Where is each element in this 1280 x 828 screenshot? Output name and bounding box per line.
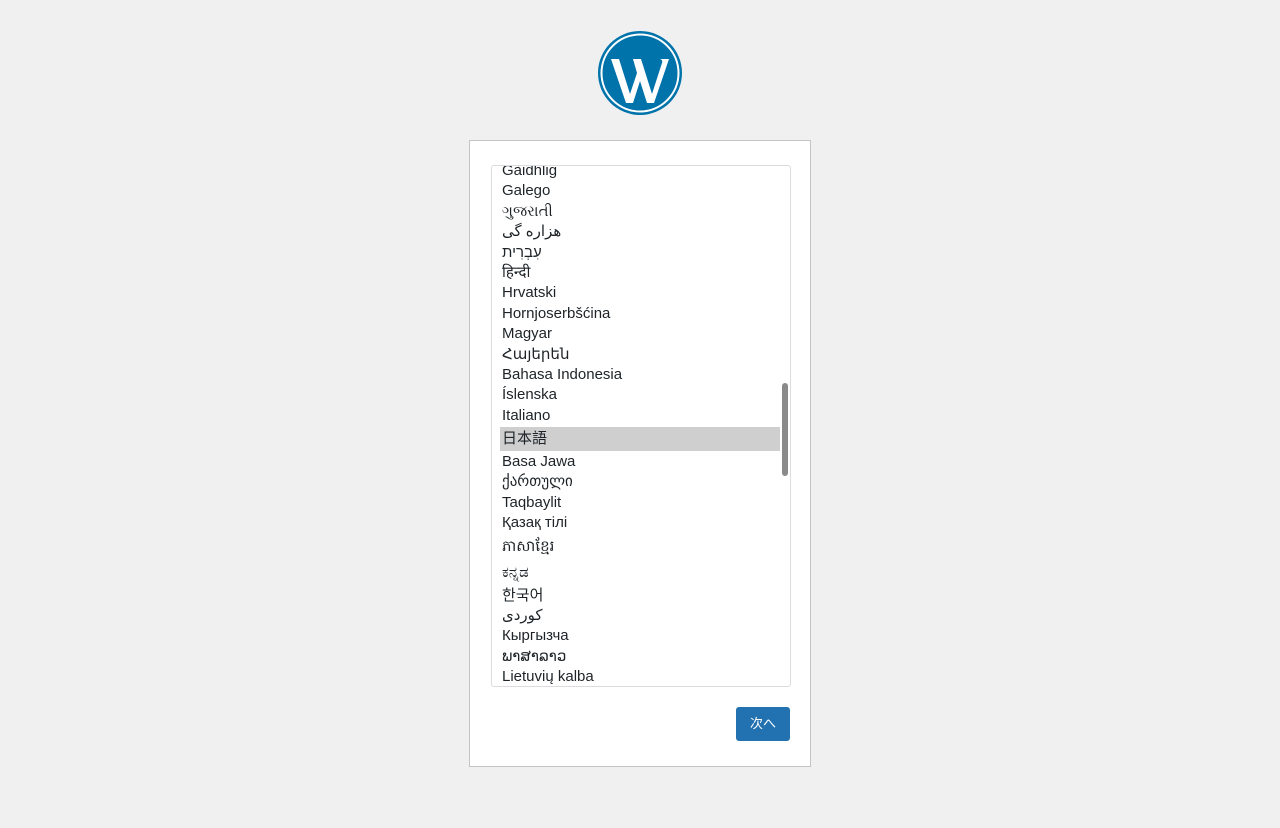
- language-option[interactable]: Gàidhlig: [500, 166, 780, 181]
- language-option[interactable]: كوردی: [500, 606, 780, 626]
- setup-card: Gàidhlig Galego ગુજરાતી هزاره گی עִבְרִית हिन…: [469, 140, 811, 767]
- language-option[interactable]: ગુજરાતી: [500, 202, 780, 222]
- language-option[interactable]: Basa Jawa: [500, 452, 780, 472]
- language-option[interactable]: Taqbaylit: [500, 493, 780, 513]
- language-option[interactable]: هزاره گی: [500, 222, 780, 242]
- language-option[interactable]: ქართული: [500, 472, 780, 492]
- scrollbar-thumb[interactable]: [782, 383, 788, 476]
- language-option[interactable]: עִבְרִית: [500, 243, 780, 263]
- language-option[interactable]: हिन्दी: [500, 263, 780, 283]
- wordpress-logo: [597, 30, 683, 116]
- language-option[interactable]: Hrvatski: [500, 283, 780, 303]
- language-option[interactable]: 日本語: [500, 427, 780, 452]
- language-option[interactable]: Galego: [500, 181, 780, 201]
- language-option[interactable]: Қазақ тілі: [500, 513, 780, 533]
- language-option[interactable]: ಕನ್ನಡ: [500, 560, 780, 586]
- language-select-list[interactable]: Gàidhlig Galego ગુજરાતી هزاره گی עִבְרִית हिन…: [491, 165, 791, 687]
- language-option[interactable]: Bahasa Indonesia: [500, 365, 780, 385]
- language-option[interactable]: Italiano: [500, 406, 780, 426]
- language-option[interactable]: ພາສາລາວ: [500, 647, 780, 667]
- language-option[interactable]: Lietuvių kalba: [500, 667, 780, 686]
- language-option[interactable]: 한국어: [500, 586, 780, 606]
- language-option[interactable]: Hornjoserbšćina: [500, 304, 780, 324]
- language-option[interactable]: Magyar: [500, 324, 780, 344]
- language-option[interactable]: ភាសាខ្មែរ: [500, 534, 780, 560]
- language-option[interactable]: Íslenska: [500, 385, 780, 405]
- next-button[interactable]: 次へ: [736, 707, 790, 741]
- language-option[interactable]: Հայերեն: [500, 345, 780, 365]
- language-option[interactable]: Кыргызча: [500, 626, 780, 646]
